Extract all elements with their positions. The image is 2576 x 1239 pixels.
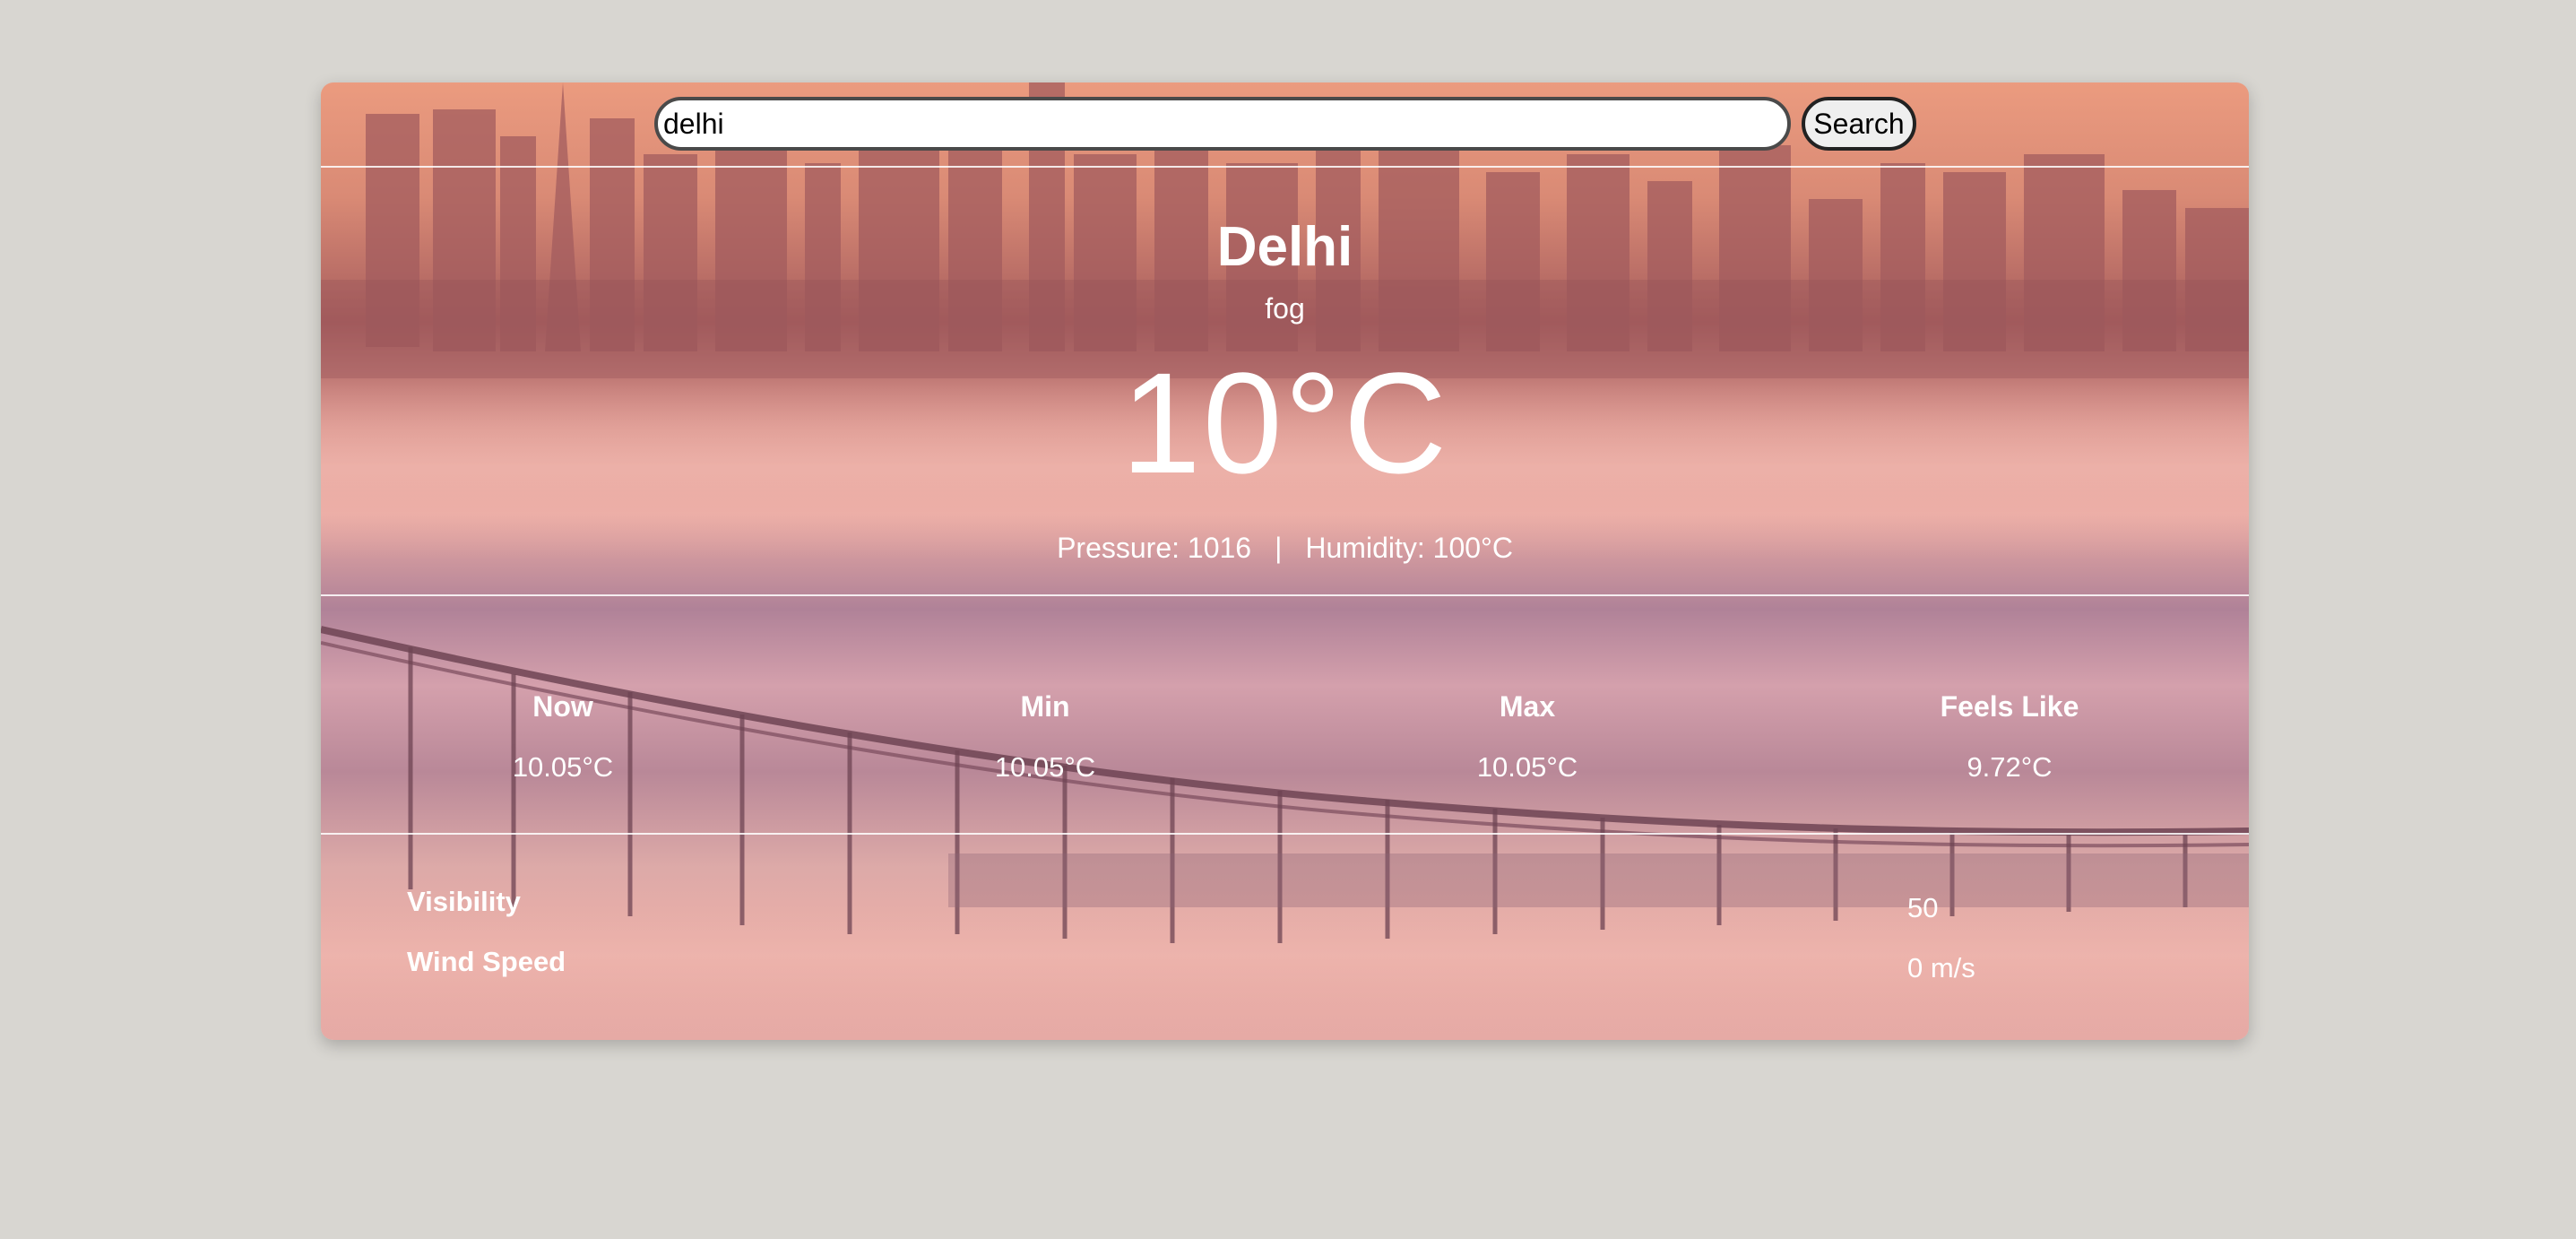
stat-value: 10.05°C — [1476, 751, 1578, 783]
divider — [321, 833, 2249, 835]
stat-label: Feels Like — [1940, 690, 2079, 723]
pressure-text: Pressure: 1016 — [1057, 532, 1252, 564]
current-temperature: 10°C — [1120, 342, 1449, 503]
divider — [321, 166, 2249, 168]
weather-condition: fog — [1265, 292, 1305, 325]
weather-card: Search Delhi fog 10°C Pressure: 1016 | Hum… — [321, 82, 2249, 1040]
wind-speed-label: Wind Speed — [407, 946, 566, 977]
separator: | — [1275, 532, 1283, 564]
search-input[interactable] — [654, 97, 1791, 151]
search-bar: Search — [321, 82, 2249, 168]
wind-speed-value: 0 m/s — [1907, 952, 1975, 983]
visibility-label: Visibility — [407, 886, 521, 917]
stat-label: Now — [532, 690, 593, 723]
city-name: Delhi — [1216, 216, 1353, 278]
stat-value: 10.05°C — [994, 751, 1096, 783]
stat-value: 9.72°C — [1967, 751, 2053, 783]
search-button[interactable]: Search — [1802, 97, 1916, 151]
stat-label: Min — [1020, 690, 1070, 723]
humidity-text: Humidity: 100°C — [1305, 532, 1513, 564]
divider — [321, 594, 2249, 596]
stat-value: 10.05°C — [512, 751, 614, 783]
visibility-value: 50 — [1907, 892, 1939, 923]
pressure-humidity: Pressure: 1016 | Humidity: 100°C — [321, 533, 2249, 562]
stat-label: Max — [1499, 690, 1556, 723]
